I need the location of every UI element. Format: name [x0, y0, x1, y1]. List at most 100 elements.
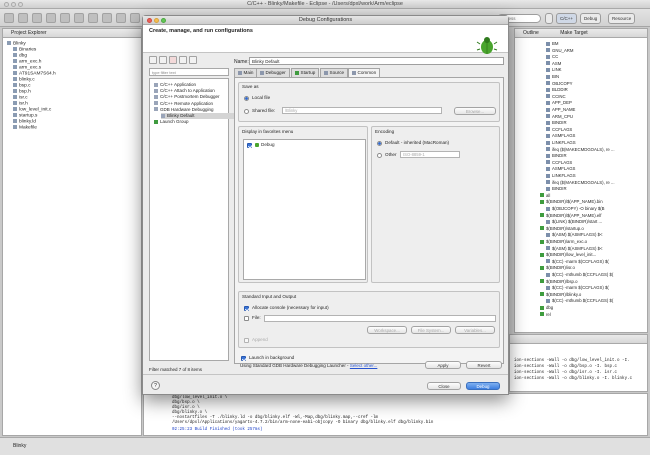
dialog-close-icon[interactable] — [147, 18, 152, 23]
outline-item[interactable]: ifeq ($(MAKECMDGOALS), re ... — [546, 147, 615, 152]
config-tree-item[interactable]: C/C++ Attach to Application — [154, 88, 215, 94]
zoom-window-button[interactable] — [18, 2, 23, 7]
outline-item[interactable]: APP_NAME — [546, 107, 575, 112]
outline-item[interactable]: OBJCOPY — [546, 81, 573, 86]
save-icon[interactable] — [18, 13, 28, 23]
outline-item[interactable]: BM — [546, 41, 558, 46]
outline-item[interactable]: all — [540, 193, 550, 198]
new-class-icon[interactable] — [88, 13, 98, 23]
run-icon[interactable] — [60, 13, 70, 23]
outline-item[interactable]: $(BINDIR)/isr.o — [540, 265, 575, 270]
tab-outline[interactable]: Outline — [523, 30, 539, 36]
minimize-window-button[interactable] — [11, 2, 16, 7]
revert-button[interactable]: Revert — [466, 361, 502, 369]
perspective-resource[interactable]: Resource — [608, 13, 636, 24]
file-system-button[interactable]: File System... — [411, 326, 451, 334]
outline-item[interactable]: BINDIR — [546, 120, 567, 125]
encoding-other-select[interactable]: ISO-8859-1 — [400, 151, 460, 158]
file-checkbox[interactable] — [244, 316, 249, 321]
outline-item[interactable]: LINKFLAGS — [546, 140, 576, 145]
outline-item[interactable]: $(BINDIR)/$(APP_NAME).bin — [540, 199, 603, 204]
outline-item[interactable]: $(BINDIR)/$(APP_NAME).elf — [540, 213, 601, 218]
project-explorer-tab[interactable]: Project Explorer — [3, 29, 141, 38]
debug-icon[interactable] — [46, 13, 56, 23]
outline-item[interactable]: CCFLAGS — [546, 160, 572, 165]
apply-button[interactable]: Apply — [425, 361, 461, 369]
outline-item[interactable]: $(BINDIR)/blinky.o — [540, 292, 581, 297]
new-config-icon[interactable] — [149, 56, 157, 64]
outline-item[interactable]: $(CC) -marm $(CCFLAGS) $( — [546, 285, 609, 290]
outline-item[interactable]: BINDIR — [546, 153, 567, 158]
outline-item[interactable]: $(CC) -mthumb $(CCFLAGS) $( — [546, 272, 613, 277]
close-window-button[interactable] — [4, 2, 9, 7]
tab-startup[interactable]: Startup — [291, 68, 320, 77]
outline-item[interactable]: BLDDIR — [546, 87, 568, 92]
outline-item[interactable]: dbg — [540, 305, 553, 310]
outline-item[interactable]: CCINC — [546, 94, 566, 99]
outline-item[interactable]: LINKFLAGS — [546, 173, 576, 178]
allocate-console-checkbox[interactable] — [244, 306, 249, 311]
outline-item[interactable]: $(BINDIR)/arm_exc.o — [540, 239, 587, 244]
tab-source[interactable]: Source — [320, 68, 349, 77]
config-tree-item[interactable]: Blinky Default — [161, 113, 235, 119]
browse-button[interactable]: Browse... — [454, 107, 496, 115]
build-icon[interactable] — [32, 13, 42, 23]
outline-item[interactable]: $(BINDIR)/low_level_init... — [540, 252, 596, 257]
outline-item[interactable]: CCFLAGS — [546, 127, 572, 132]
local-file-radio[interactable] — [244, 96, 249, 101]
name-input[interactable]: Blinky Default — [249, 57, 504, 65]
filter-config-icon[interactable] — [189, 56, 197, 64]
new-icon[interactable] — [4, 13, 14, 23]
duplicate-config-icon[interactable] — [159, 56, 167, 64]
project-tree-item[interactable]: Makefile — [13, 125, 37, 132]
file-input[interactable] — [264, 315, 496, 322]
favorite-debug-checkbox[interactable] — [247, 143, 252, 148]
filter-input[interactable]: type filter text — [149, 68, 229, 76]
tab-main[interactable]: Main — [234, 68, 258, 77]
outline-item[interactable]: CC — [546, 54, 558, 59]
outline-item[interactable]: $(CC) -mthumb $(CCFLAGS) $( — [546, 298, 613, 303]
shared-file-radio[interactable] — [244, 109, 249, 114]
outline-item[interactable]: $(LINK) $(BINDIR)/start ... — [546, 219, 602, 224]
outline-item[interactable]: $(ASM) $(ASMFLAGS) $< — [546, 246, 603, 251]
outline-item[interactable]: ASMFLAGS — [546, 133, 575, 138]
config-tree-item[interactable]: Launch Group — [154, 119, 189, 125]
outline-item[interactable]: ASMFLAGS — [546, 166, 575, 171]
dialog-minimize-icon[interactable] — [154, 18, 159, 23]
collapse-all-icon[interactable] — [179, 56, 187, 64]
outline-item[interactable]: ifeq ($(MAKECMDGOALS), re ... — [546, 180, 615, 185]
perspective-debug[interactable]: Debug — [580, 13, 602, 24]
perspective-cpp[interactable]: C/C++ — [556, 13, 578, 24]
outline-item[interactable]: GNU_ARM — [546, 48, 574, 53]
external-tools-icon[interactable] — [74, 13, 84, 23]
outline-item[interactable]: BINDIR — [546, 186, 567, 191]
search-icon[interactable] — [102, 13, 112, 23]
help-icon[interactable]: ? — [151, 381, 160, 390]
variables-button[interactable]: Variables... — [455, 326, 495, 334]
toggle-mark-icon[interactable] — [130, 13, 140, 23]
launch-background-checkbox[interactable] — [241, 356, 246, 361]
outline-item[interactable]: APP_DEP — [546, 100, 572, 105]
shared-file-input[interactable]: /Blinky — [282, 107, 442, 114]
outline-item[interactable]: ARM_CPU — [546, 114, 573, 119]
open-perspective-button[interactable] — [545, 13, 553, 24]
dialog-zoom-icon[interactable] — [161, 18, 166, 23]
workspace-button[interactable]: Workspace... — [367, 326, 407, 334]
outline-item[interactable]: $(ASM) $(ASMFLAGS) $< — [546, 232, 603, 237]
close-button[interactable]: Close — [427, 382, 461, 390]
config-tree-item[interactable]: C/C++ Application — [154, 82, 196, 88]
tab-make-target[interactable]: Make Target — [560, 30, 587, 36]
encoding-other-radio[interactable] — [377, 153, 382, 158]
tab-debugger[interactable]: Debugger — [256, 68, 290, 77]
outline-item[interactable]: ASM — [546, 61, 561, 66]
select-other-link[interactable]: Select other... — [350, 363, 378, 368]
outline-item[interactable]: $(BINDIR)/bsp.o — [540, 279, 578, 284]
outline-item[interactable]: rel — [540, 312, 551, 317]
encoding-default-radio[interactable] — [377, 141, 382, 146]
config-tree-item[interactable]: C/C++ Postmortem Debugger — [154, 94, 220, 100]
append-checkbox[interactable] — [244, 338, 249, 343]
config-tree-item[interactable]: GDB Hardware Debugging — [154, 107, 214, 113]
debug-button[interactable]: Debug — [466, 382, 500, 390]
config-tree-item[interactable]: C/C++ Remote Application — [154, 101, 213, 107]
outline-item[interactable]: $(BINDIR)/startup.o — [540, 226, 584, 231]
